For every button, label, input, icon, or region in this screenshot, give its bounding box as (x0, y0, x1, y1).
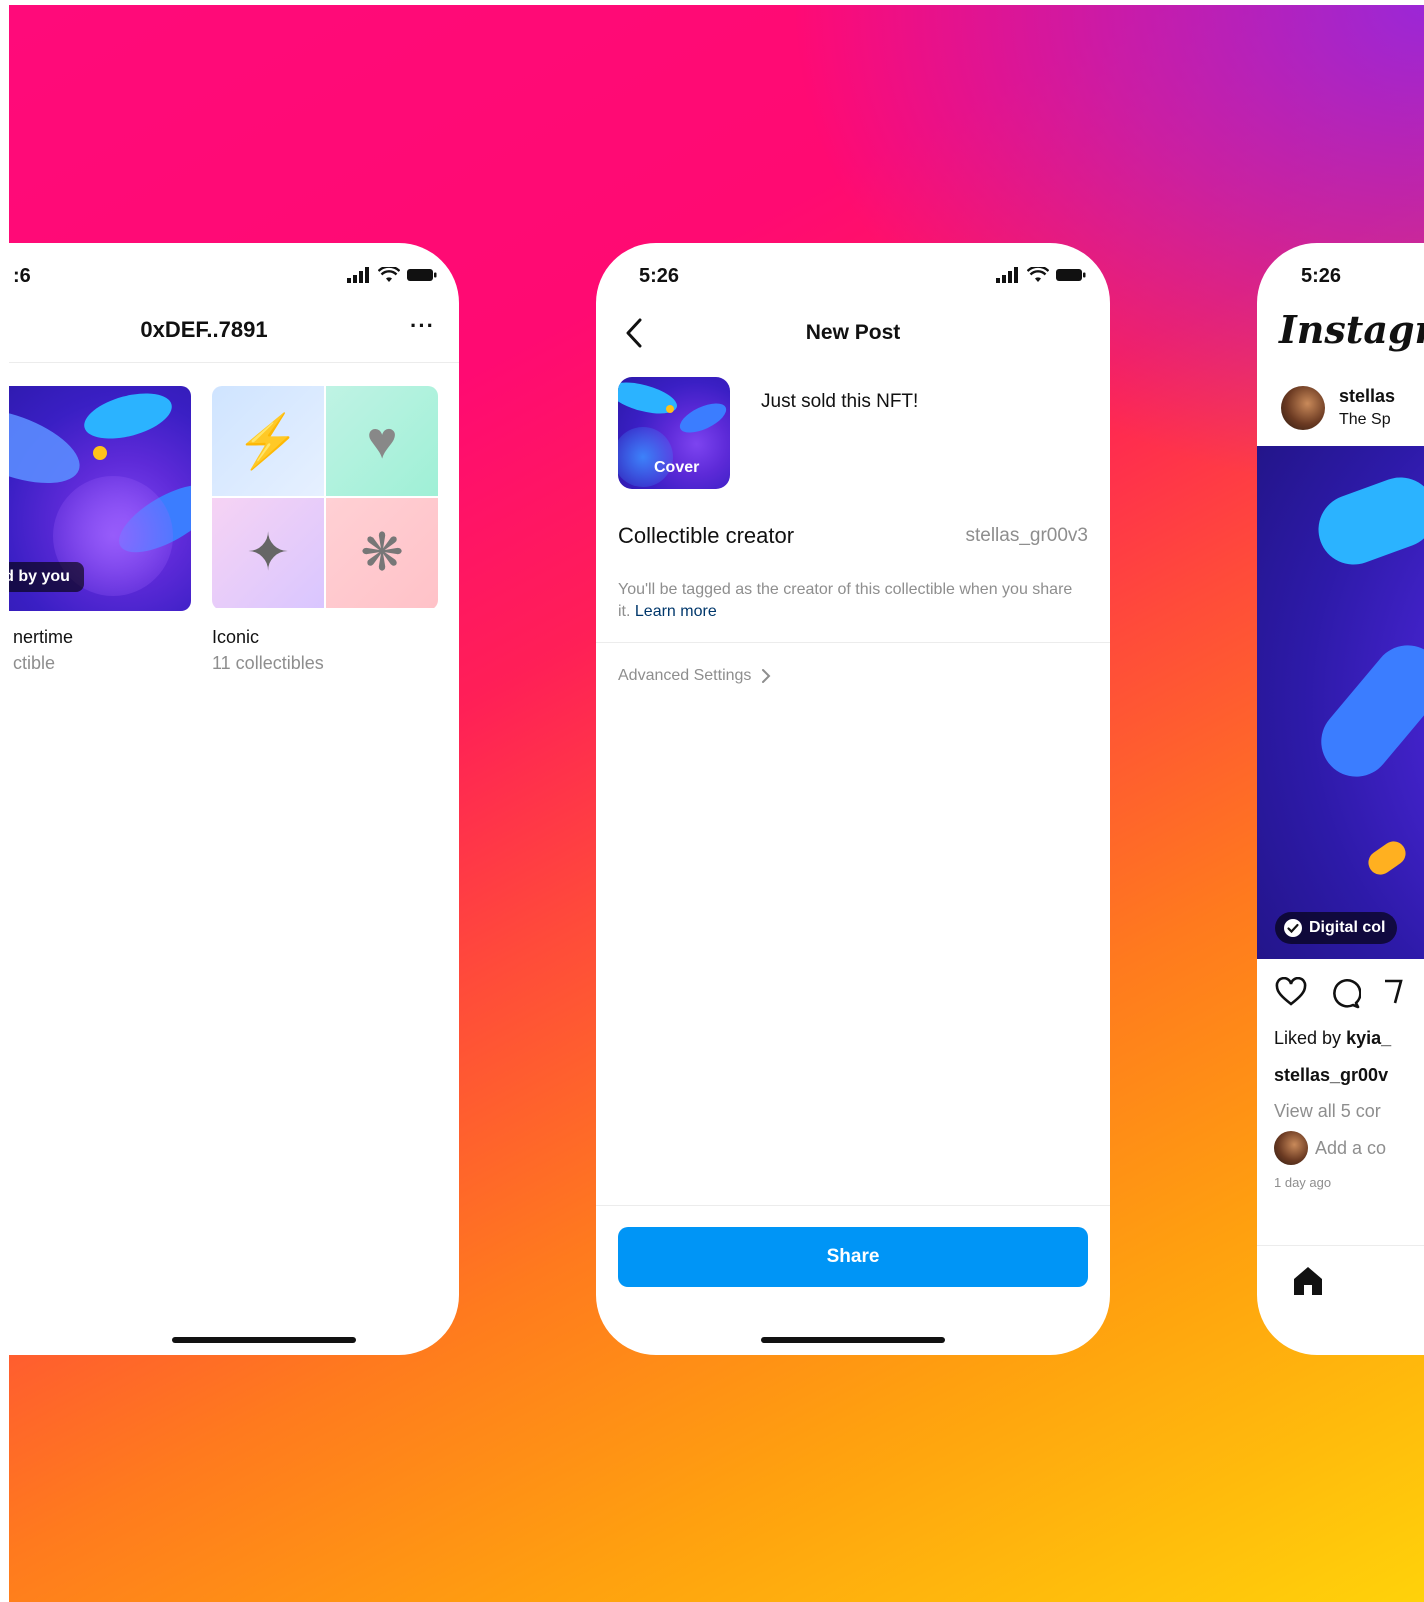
home-icon[interactable] (1291, 1265, 1325, 1297)
phone-feed-post: 5:26 Instagr stellas The Sp Digital col … (1257, 243, 1424, 1355)
post-time: 1 day ago (1274, 1175, 1332, 1190)
phone-collectibles: :6 0xDEF..7891 ··· ated by you nertime c… (9, 243, 459, 1355)
collectible-thumbnail[interactable]: ated by you (9, 386, 191, 611)
collectible-creator-label: Collectible creator (618, 523, 795, 548)
created-by-you-badge: ated by you (9, 562, 84, 592)
signal-icon (996, 267, 1018, 283)
wallet-title: 0xDEF..7891 (140, 317, 268, 342)
collection-count: 11 collectibles (212, 653, 324, 673)
comment-icon[interactable] (1329, 977, 1361, 1009)
liked-by-prefix: Liked by (1274, 1028, 1342, 1048)
caption-username[interactable]: stellas_gr00v (1274, 1065, 1388, 1086)
post-image[interactable]: Digital col (1257, 446, 1424, 959)
promo-background: :6 0xDEF..7891 ··· ated by you nertime c… (9, 5, 1424, 1602)
phone-new-post: 5:26 New Post Cover Just sold this NFT! … (596, 243, 1110, 1355)
page-title: New Post (805, 321, 901, 344)
digital-collectible-label: Digital col (1309, 919, 1386, 936)
share-button[interactable]: Share (618, 1227, 1088, 1287)
status-icons (347, 265, 437, 285)
view-comments-link[interactable]: View all 5 cor (1274, 1101, 1381, 1122)
post-username[interactable]: stellas (1339, 386, 1395, 407)
battery-icon (407, 269, 437, 281)
comment-avatar (1274, 1131, 1308, 1165)
advanced-settings-link[interactable]: Advanced Settings (618, 667, 771, 685)
section-divider (596, 642, 1110, 643)
heart-icon[interactable] (1274, 977, 1308, 1007)
instagram-logo[interactable]: Instagr (1279, 307, 1424, 352)
advanced-settings-label: Advanced Settings (618, 667, 752, 684)
home-indicator (172, 1337, 356, 1343)
signal-icon (347, 267, 369, 283)
wifi-icon (378, 267, 400, 282)
liked-by-text: Liked by kyia_ (1274, 1028, 1391, 1049)
lightning-icon: ⚡ (212, 386, 324, 496)
status-time: 5:26 (639, 265, 680, 287)
collectible-name: nertime (13, 627, 74, 647)
collectible-subtitle: ctible (13, 653, 56, 673)
status-time: 5:26 (1301, 265, 1342, 287)
cover-label: Cover (654, 459, 700, 476)
post-caption[interactable]: Just sold this NFT! (761, 391, 918, 413)
tabbar-divider (1257, 1245, 1424, 1246)
liked-by-user[interactable]: kyia_ (1346, 1028, 1391, 1048)
splash-icon: ❋ (326, 498, 438, 608)
tag-note: You'll be tagged as the creator of this … (618, 579, 1088, 623)
learn-more-link[interactable]: Learn more (635, 603, 717, 620)
home-indicator (761, 1337, 945, 1343)
collection-grid[interactable]: ⚡ ♥ ✦ ❋ (212, 386, 438, 610)
collection-name: Iconic (212, 627, 260, 647)
digital-collectible-badge[interactable]: Digital col (1275, 912, 1398, 944)
status-time: :6 (13, 265, 31, 287)
post-location: The Sp (1339, 411, 1391, 428)
status-icons (996, 265, 1086, 285)
share-icon[interactable] (1383, 977, 1403, 1007)
heart-icon: ♥ (326, 386, 438, 496)
cover-thumbnail[interactable]: Cover (618, 377, 730, 489)
collectible-creator-value: stellas_gr00v3 (965, 525, 1088, 546)
verified-check-icon (1284, 919, 1302, 937)
avatar[interactable] (1281, 386, 1325, 430)
footer-divider (596, 1205, 1110, 1206)
chevron-right-icon (762, 669, 771, 683)
add-comment-input[interactable]: Add a co (1315, 1138, 1386, 1159)
wifi-icon (1027, 267, 1049, 282)
header-divider (9, 362, 459, 363)
sparkle-icon: ✦ (212, 498, 324, 608)
battery-icon (1056, 269, 1086, 281)
more-options-button[interactable]: ··· (410, 313, 435, 339)
